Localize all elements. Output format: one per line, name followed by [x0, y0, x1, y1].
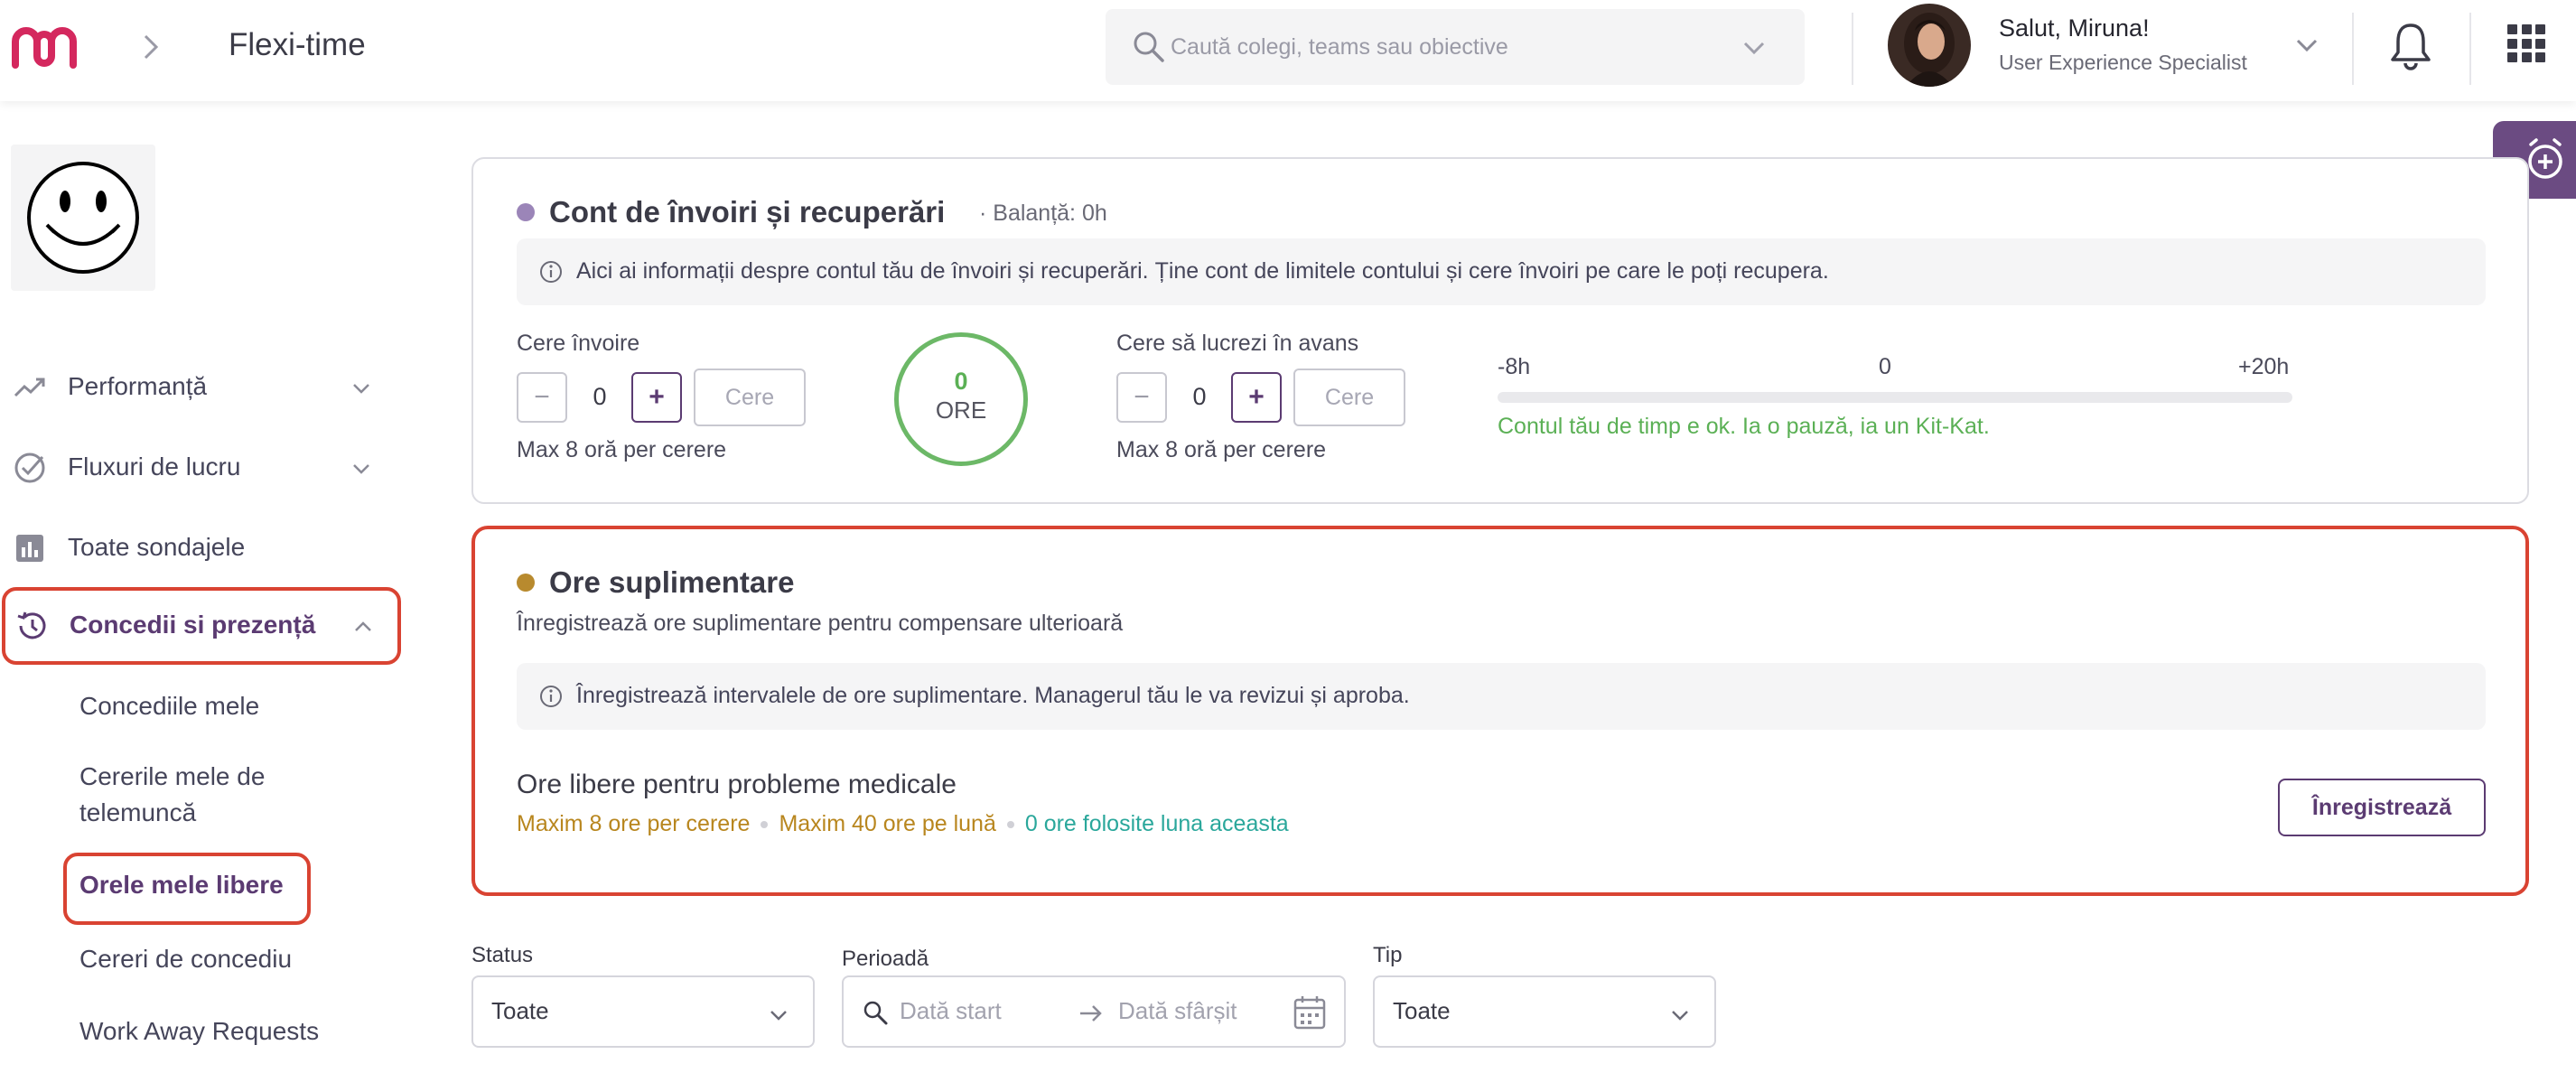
- request-hint: Max 8 oră per cerere: [517, 437, 727, 462]
- sidebar-item-workflows[interactable]: Fluxuri de lucru: [0, 429, 403, 507]
- divider: [2352, 13, 2354, 85]
- hours-ring: 0 ORE: [894, 332, 1028, 466]
- decrement-button[interactable]: −: [1116, 372, 1167, 423]
- request-hours-value[interactable]: 0: [582, 383, 618, 411]
- end-date-input[interactable]: Dată sfârșit: [1118, 997, 1237, 1025]
- request-leave-button[interactable]: Cere: [694, 369, 806, 426]
- increment-button[interactable]: +: [631, 372, 682, 423]
- apps-grid-icon[interactable]: [2507, 24, 2545, 62]
- search-icon: [1134, 32, 1164, 62]
- limit-per-request: Maxim 8 ore per cerere: [517, 811, 751, 836]
- sidebar-subitem-label: Cererile mele de: [79, 762, 266, 790]
- status-dot: [517, 203, 535, 221]
- chevron-down-icon: [1672, 1011, 1688, 1021]
- ring-value: 0: [954, 368, 968, 395]
- status-dot: [517, 574, 535, 592]
- chevron-down-icon: [353, 384, 369, 394]
- limits-row: Maxim 8 ore per cerere Maxim 40 ore pe lu…: [517, 811, 1289, 837]
- advance-work-label: Cere să lucrezi în avans: [1116, 331, 1359, 356]
- bell-icon[interactable]: [2388, 20, 2433, 70]
- app-logo[interactable]: [9, 20, 79, 72]
- sidebar-subitem-my-leaves[interactable]: Concediile mele: [79, 688, 259, 724]
- register-button[interactable]: Înregistrează: [2278, 779, 2486, 836]
- ring-unit: ORE: [935, 397, 987, 424]
- decrement-button[interactable]: −: [517, 372, 567, 423]
- history-icon: [17, 611, 46, 639]
- user-greeting[interactable]: Salut, Miruna!: [1999, 14, 2150, 42]
- sidebar-item-label: Toate sondajele: [68, 533, 246, 561]
- scale-max-label: +20h: [2238, 354, 2290, 379]
- chevron-up-icon: [355, 621, 371, 631]
- info-text: Înregistrează intervalele de ore suplime…: [576, 683, 1410, 708]
- sidebar-item-label: Concedii si prezență: [70, 611, 316, 639]
- increment-button[interactable]: +: [1231, 372, 1282, 423]
- hours-used: 0 ore folosite luna aceasta: [1024, 811, 1289, 836]
- account-title: Cont de învoiri și recuperări: [549, 195, 946, 229]
- sidebar-subitem-telework[interactable]: Cererile mele de telemuncă: [79, 759, 265, 831]
- info-box: Înregistrează intervalele de ore suplime…: [517, 663, 2486, 730]
- user-role: User Experience Specialist: [1999, 51, 2247, 74]
- bar-chart-icon: [16, 535, 43, 562]
- advance-hint: Max 8 oră per cerere: [1116, 437, 1327, 462]
- period-filter-label: Perioadă: [842, 947, 929, 971]
- organization-logo: [11, 145, 155, 291]
- breadcrumb-chevron-icon: [144, 34, 159, 60]
- sidebar-item-leave-attendance[interactable]: Concedii si prezență: [2, 587, 401, 665]
- separator-dot: [1006, 821, 1014, 829]
- user-menu-chevron-icon[interactable]: [2291, 32, 2323, 59]
- scale-mid-label: 0: [1879, 354, 1891, 379]
- calendar-icon[interactable]: [1292, 994, 1328, 1031]
- status-filter-label: Status: [471, 943, 534, 967]
- balance-label: · Balanță: 0h: [979, 201, 1107, 226]
- sidebar-item-label: Performanță: [68, 372, 208, 400]
- page-title: Flexi-time: [229, 27, 366, 62]
- smiley-icon: [27, 162, 139, 274]
- status-select[interactable]: Toate: [471, 975, 815, 1048]
- account-status-text: Contul tău de timp e ok. Ia o pauză, ia …: [1498, 414, 1990, 439]
- divider: [2469, 13, 2471, 85]
- sidebar-subitem-label: telemuncă: [79, 798, 197, 826]
- avatar-photo-icon: [1888, 4, 1971, 87]
- scale-min-label: -8h: [1498, 354, 1531, 379]
- info-text: Aici ai informații despre contul tău de …: [576, 258, 1829, 284]
- limit-per-month: Maxim 40 ore pe lună: [779, 811, 996, 836]
- info-box: Aici ai informații despre contul tău de …: [517, 238, 2486, 305]
- sidebar-item-label: Fluxuri de lucru: [68, 453, 241, 481]
- separator-dot: [761, 821, 769, 829]
- check-circle-icon: [14, 453, 45, 483]
- search-box[interactable]: [1106, 9, 1805, 85]
- trend-icon: [14, 378, 45, 397]
- request-advance-button[interactable]: Cere: [1293, 369, 1405, 426]
- overtime-subtitle: Înregistrează ore suplimentare pentru co…: [517, 611, 1124, 636]
- overtime-title: Ore suplimentare: [549, 565, 795, 599]
- advance-hours-value[interactable]: 0: [1181, 383, 1218, 411]
- info-icon: [540, 686, 562, 707]
- divider: [1852, 13, 1853, 85]
- type-select[interactable]: Toate: [1373, 975, 1716, 1048]
- avatar[interactable]: [1888, 4, 1971, 87]
- search-input[interactable]: [1171, 9, 1713, 85]
- section-title: Ore libere pentru probleme medicale: [517, 770, 957, 799]
- chevron-down-icon[interactable]: [1738, 34, 1770, 61]
- chevron-down-icon: [770, 1011, 787, 1021]
- search-icon: [863, 1001, 888, 1025]
- sidebar-subitem-work-away[interactable]: Work Away Requests: [79, 1013, 319, 1050]
- status-select-value: Toate: [491, 997, 549, 1024]
- request-leave-label: Cere învoire: [517, 331, 640, 356]
- sidebar-subitem-label: Orele mele libere: [79, 871, 284, 899]
- balance-scale-bar: [1498, 392, 2292, 403]
- info-icon: [540, 261, 562, 283]
- chevron-down-icon: [353, 464, 369, 474]
- sidebar-item-performance[interactable]: Performanță: [0, 349, 403, 426]
- period-range-input[interactable]: Dată start Dată sfârșit: [842, 975, 1346, 1048]
- arrow-right-icon: [1080, 1005, 1102, 1022]
- top-bar: Flexi-time Salut, Miruna! User Experienc…: [0, 0, 2576, 101]
- sidebar-subitem-leave-requests[interactable]: Cereri de concediu: [79, 941, 292, 977]
- sidebar-item-surveys[interactable]: Toate sondajele: [0, 509, 403, 587]
- start-date-input[interactable]: Dată start: [900, 997, 1002, 1025]
- sidebar-subitem-my-free-hours[interactable]: Orele mele libere: [63, 853, 311, 925]
- type-select-value: Toate: [1393, 997, 1451, 1024]
- type-filter-label: Tip: [1373, 943, 1403, 967]
